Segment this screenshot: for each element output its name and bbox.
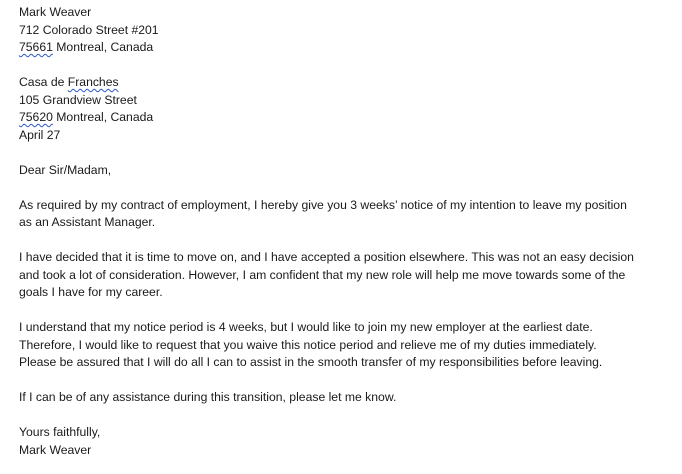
sign-off: Yours faithfully, Mark Weaver xyxy=(19,424,659,459)
sender-name: Mark Weaver xyxy=(19,5,92,19)
paragraph-line: Therefore, I would like to request that … xyxy=(19,337,597,352)
recipient-city: Montreal, Canada xyxy=(52,110,154,124)
recipient-street: 105 Grandview Street xyxy=(19,92,137,107)
paragraph-line: I understand that my notice period is 4 … xyxy=(19,320,593,334)
paragraph-line: goals I have for my career. xyxy=(19,285,163,299)
closing: Yours faithfully, xyxy=(19,425,101,439)
sender-city-line: 75661 Montreal, Canada xyxy=(19,39,659,57)
paragraph-line: I have decided that it is time to move o… xyxy=(19,250,634,264)
paragraph-line: If I can be of any assistance during thi… xyxy=(19,390,397,404)
recipient-name-line: Casa de Franches xyxy=(19,74,659,92)
paragraph-line: As required by my contract of employment… xyxy=(19,197,627,212)
letter-date: April 27 xyxy=(19,127,61,142)
sender-city: Montreal, Canada xyxy=(52,40,154,54)
salutation: Dear Sir/Madam, xyxy=(19,162,112,177)
recipient-postcode: 75620 xyxy=(19,110,53,124)
recipient-address: Casa de Franches 105 Grandview Street 75… xyxy=(19,74,659,144)
recipient-name-flagged: Franches xyxy=(67,75,119,89)
paragraph-assistance: If I can be of any assistance during thi… xyxy=(19,389,659,407)
recipient-name-prefix: Casa de xyxy=(19,75,68,89)
recipient-city-line: 75620 Montreal, Canada xyxy=(19,109,659,127)
paragraph-line: as an Assistant Manager. xyxy=(19,215,156,229)
paragraph-line: and took a lot of consideration. However… xyxy=(19,267,626,282)
letter-document[interactable]: Mark Weaver 712 Colorado Street #201 756… xyxy=(19,4,659,459)
sender-street: 712 Colorado Street #201 xyxy=(19,22,159,37)
paragraph-line: Please be assured that I will do all I c… xyxy=(19,355,603,369)
sender-address: Mark Weaver 712 Colorado Street #201 756… xyxy=(19,4,659,57)
paragraph-reason: I have decided that it is time to move o… xyxy=(19,249,659,302)
signature-name: Mark Weaver xyxy=(19,442,92,457)
sender-postcode: 75661 xyxy=(19,40,53,54)
paragraph-notice: As required by my contract of employment… xyxy=(19,197,659,232)
paragraph-request: I understand that my notice period is 4 … xyxy=(19,319,659,372)
